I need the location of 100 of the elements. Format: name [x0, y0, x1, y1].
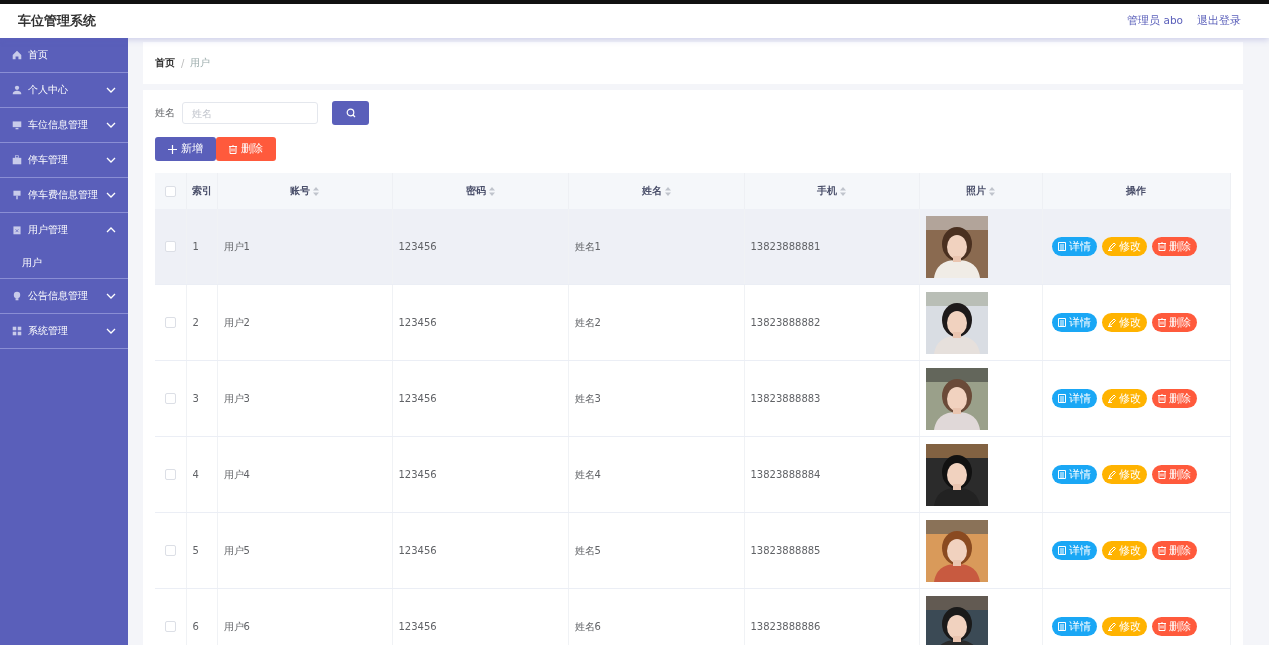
row-checkbox[interactable] [164, 393, 176, 405]
table-cell: 5 [192, 545, 199, 556]
table-cell: 123456 [398, 621, 437, 632]
row-checkbox[interactable] [164, 469, 176, 481]
table-row[interactable]: 3 用户3 123456 姓名3 13823888883 详情 修改 删除 [155, 360, 1231, 437]
trash-icon [1157, 470, 1166, 479]
breadcrumb-item[interactable]: 首页 [155, 56, 175, 70]
sort-icon[interactable] [664, 186, 671, 196]
sidebar-item[interactable]: 公告信息管理 [0, 279, 128, 313]
trash-icon [1157, 622, 1166, 631]
table-cell: 13823888881 [750, 241, 821, 252]
pencil-icon [1107, 470, 1116, 479]
document-icon [1057, 318, 1066, 327]
table-row[interactable]: 4 用户4 123456 姓名4 13823888884 详情 修改 删除 [155, 436, 1231, 513]
home-icon [12, 50, 22, 60]
column-header[interactable]: 姓名 [641, 185, 662, 196]
select-all-checkbox[interactable] [164, 185, 176, 197]
table-cell: 123456 [398, 393, 437, 404]
sort-icon[interactable] [313, 186, 319, 196]
pencil-icon [1107, 318, 1116, 327]
column-header[interactable]: 照片 [966, 185, 986, 196]
delete-button[interactable]: 删除 [1151, 389, 1197, 408]
table-cell: 4 [192, 469, 199, 480]
row-checkbox[interactable] [164, 317, 176, 329]
table-cell: 3 [192, 393, 199, 404]
app-title: 车位管理系统 [18, 12, 97, 30]
table-cell: 6 [192, 621, 199, 632]
table-cell: 用户2 [223, 316, 250, 328]
table-cell: 13823888886 [750, 621, 821, 632]
sort-icon[interactable] [488, 186, 495, 196]
delete-button[interactable]: 删除 [1151, 617, 1197, 636]
sidebar-item[interactable]: 停车费信息管理 [0, 178, 128, 212]
trash-icon [1157, 546, 1166, 555]
sidebar-item[interactable]: 停车管理 [0, 143, 128, 177]
table-cell: 123456 [398, 545, 437, 556]
row-checkbox[interactable] [164, 241, 176, 253]
add-button[interactable]: 新增 [155, 137, 216, 161]
table-cell: 123456 [398, 241, 437, 252]
delete-button[interactable]: 删除 [1151, 541, 1197, 560]
grid-icon [12, 326, 22, 336]
pencil-icon [1107, 394, 1116, 403]
delete-button[interactable]: 删除 [1151, 313, 1197, 332]
document-icon [1057, 242, 1066, 251]
table-cell: 姓名6 [574, 620, 601, 632]
sidebar-item[interactable]: 车位信息管理 [0, 108, 128, 142]
table-cell: 用户5 [223, 544, 250, 556]
table-row[interactable]: 6 用户6 123456 姓名6 13823888886 详情 修改 删除 [155, 588, 1231, 645]
person-icon [12, 85, 22, 95]
trash-icon [1157, 242, 1166, 251]
column-header[interactable]: 账号 [290, 185, 310, 196]
sidebar-item[interactable]: 个人中心 [0, 73, 128, 107]
signboard-icon [12, 190, 22, 200]
table-cell: 用户3 [223, 392, 250, 404]
trash-icon [1157, 318, 1166, 327]
row-checkbox[interactable] [164, 545, 176, 557]
delete-button[interactable]: 删除 [1151, 465, 1197, 484]
monitor-icon [12, 120, 22, 130]
briefcase-icon [12, 155, 22, 165]
column-header: 操作 [1126, 185, 1147, 196]
sidebar-item[interactable]: 首页 [0, 38, 128, 72]
sidebar-subitem[interactable]: 用户 [0, 247, 128, 278]
column-header[interactable]: 手机 [817, 185, 837, 196]
search-label: 姓名 [155, 106, 175, 120]
table-cell: 姓名3 [574, 392, 601, 404]
table-row[interactable]: 5 用户5 123456 姓名5 13823888885 详情 修改 删除 [155, 512, 1231, 589]
pencil-icon [1107, 622, 1116, 631]
delete-button[interactable]: 删除 [1151, 237, 1197, 256]
sidebar-item[interactable]: 系统管理 [0, 314, 128, 348]
sort-icon[interactable] [989, 186, 995, 196]
table-cell: 2 [192, 317, 199, 328]
delete-button[interactable]: 删除 [216, 137, 276, 161]
table-cell: 1 [192, 241, 199, 252]
user-name: 管理员 abo [1127, 14, 1183, 28]
sort-icon[interactable] [840, 186, 846, 196]
pencil-icon [1107, 242, 1116, 251]
logout-link[interactable]: 退出登录 [1197, 14, 1241, 28]
table-cell: 用户4 [223, 468, 250, 480]
column-header[interactable]: 密码 [465, 185, 486, 196]
table-cell: 姓名4 [574, 468, 601, 480]
trash-icon [1157, 394, 1166, 403]
search-icon [345, 108, 356, 118]
table-cell: 13823888884 [750, 469, 821, 480]
table-cell: 姓名2 [574, 316, 601, 328]
lightbulb-icon [12, 291, 22, 301]
table-row[interactable]: 1 用户1 123456 姓名1 13823888881 详情 修改 删除 [155, 209, 1231, 285]
sidebar-item[interactable]: 用户管理 [0, 213, 128, 247]
document-icon [1057, 546, 1066, 555]
table-cell: 用户1 [223, 240, 250, 252]
clipboard-icon [12, 225, 22, 235]
table-cell: 123456 [398, 469, 437, 480]
pencil-icon [1107, 546, 1116, 555]
table-row[interactable]: 2 用户2 123456 姓名2 13823888882 详情 修改 删除 [155, 284, 1231, 361]
document-icon [1057, 470, 1066, 479]
row-checkbox[interactable] [164, 621, 176, 633]
document-icon [1057, 394, 1066, 403]
table-cell: 13823888883 [750, 393, 821, 404]
search-button[interactable] [332, 101, 369, 125]
breadcrumb-item: 用户 [190, 56, 211, 70]
table-cell: 123456 [398, 317, 437, 328]
column-header: 索引 [191, 185, 212, 196]
